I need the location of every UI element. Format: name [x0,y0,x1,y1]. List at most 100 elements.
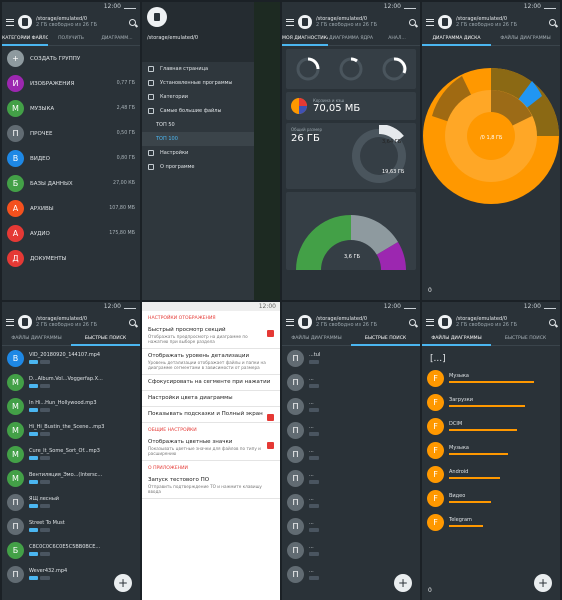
drawer-item-icon [148,164,154,170]
category-row[interactable]: Б БАЗЫ ДАННЫХ 27,00 КБ [2,171,140,196]
drawer-item[interactable]: О программе [142,160,254,174]
folders-card[interactable]: 3,6 ГБ [286,192,416,270]
orange-folder-row[interactable]: F Видео [422,486,560,510]
tab-diagram[interactable]: ДИАГРАММ... [94,33,140,46]
settings-colored-icons[interactable]: Отображать цветные значки Показывать цвет… [142,435,280,461]
orange-folder-row[interactable]: F Android [422,462,560,486]
checkbox-icon[interactable] [267,442,274,449]
folder-row[interactable]: П... [282,514,420,538]
date-chip [39,360,51,364]
file-row[interactable]: М Вентиляция_Эмо...(Intersc... [2,466,140,490]
status-time: 12:00 [523,3,541,10]
folder-row[interactable]: П... [282,370,420,394]
search-icon[interactable] [549,18,556,26]
orange-folder-row[interactable]: F Telegram [422,510,560,534]
category-avatar: А [7,200,24,217]
file-row[interactable]: П ЯЩ лесный [2,490,140,514]
menu-icon[interactable] [6,18,14,26]
folder-row[interactable]: П... [282,490,420,514]
settings-option[interactable]: Быстрый просмотр секций Отображать предпр… [142,323,280,349]
tab-my-diag[interactable]: МОЯ ДИАГНОСТИКА [282,33,328,46]
tab-diagram-files[interactable]: ФАЙЛЫ ДИАГРАММЫ [282,333,351,346]
back-folder[interactable]: [...] [422,346,560,366]
category-avatar: М [7,100,24,117]
status-bar: 12:00 [422,2,560,11]
panel-files: 12:00 /storage/emulated/0 2 ГБ свободно и… [2,302,140,600]
drawer-item[interactable]: Самые большие файлы [142,104,254,118]
menu-icon[interactable] [426,18,434,26]
settings-option[interactable]: Отображать уровень детализации Уровень де… [142,349,280,375]
folder-row[interactable]: П ...tul [282,346,420,370]
tab-quick-search[interactable]: БЫСТРЫЕ ПОИСК [351,333,420,346]
category-row[interactable]: П ПРОЧЕЕ 0,50 ГБ [2,121,140,146]
tab-diagram-files[interactable]: ФАЙЛЫ ДИАГРАММЫ [491,33,560,46]
orange-folder-row[interactable]: F Музыка [422,366,560,390]
menu-icon[interactable] [286,318,294,326]
drawer-item[interactable]: Главная страница [142,62,254,76]
settings-option[interactable]: Настройки цвета диаграммы [142,391,280,407]
size-chip [309,552,319,556]
file-row[interactable]: Б C8C0C0C6C0E5C5BB0BCE... [2,538,140,562]
tab-core[interactable]: ДИАГРАММА ЯДРА [328,33,374,46]
menu-icon[interactable] [6,318,14,326]
folder-text: DCIM [449,421,555,431]
tab-diagram-files[interactable]: ФАЙЛЫ ДИАГРАММЫ [2,333,71,346]
storage-card[interactable]: Общий размер 26 ГБ 19,63 ГБ 3,64 ГБ [286,123,416,189]
drawer-item[interactable]: ТОП 50 [142,118,254,132]
usage-bar [449,453,509,455]
file-row[interactable]: М In Hi...Hun_Hollywood.mp3 [2,394,140,418]
menu-icon[interactable] [286,18,294,26]
tab-quick-search[interactable]: БЫСТРЫЕ ПОИСК [71,333,140,346]
orange-folder-row[interactable]: F Музыка [422,438,560,462]
drawer-item[interactable]: Категории [142,90,254,104]
tab-anal[interactable]: АНАЛ... [374,33,420,46]
file-row[interactable]: М Cure_It_Some_Sort_Of...mp3 [2,442,140,466]
tab-disk-diagram[interactable]: ДИАГРАММА ДИСКА [422,33,491,46]
menu-icon[interactable] [426,318,434,326]
folder-row[interactable]: П... [282,466,420,490]
drawer-item[interactable]: Настройки [142,146,254,160]
settings-test-run[interactable]: Запуск тестового ПО Отправить подтвержден… [142,473,280,499]
orange-folder-row[interactable]: F DCIM [422,414,560,438]
tab-quick-search[interactable]: БЫСТРЫЕ ПОИСК [491,333,560,346]
trash-card[interactable]: Корзина и кэш 70,05 МБ [286,92,416,120]
add-fab-button[interactable]: + [114,574,132,592]
tab-get[interactable]: ПОЛУЧИТЬ [48,33,94,46]
folder-row[interactable]: П... [282,442,420,466]
search-icon[interactable] [409,18,416,26]
checkbox-icon[interactable] [267,330,274,337]
file-row[interactable]: М Hi_Hi_Bustin_the_Scene...mp3 [2,418,140,442]
drawer-item[interactable]: ТОП 100 [142,132,254,146]
checkbox-icon[interactable] [267,414,274,421]
add-fab-button[interactable]: + [394,574,412,592]
settings-option[interactable]: Сфокусировать на сегменте при нажатии [142,375,280,391]
file-row[interactable]: В VID_20180920_144107.mp4 [2,346,140,370]
drawer-item[interactable]: Установленные программы [142,76,254,90]
folder-row[interactable]: П... [282,394,420,418]
orange-folder-row[interactable]: F Загрузки [422,390,560,414]
category-row[interactable]: Д ДОКУМЕНТЫ [2,246,140,271]
category-label: СОЗДАТЬ ГРУППУ [30,55,81,62]
category-row[interactable]: + СОЗДАТЬ ГРУППУ [2,46,140,71]
status-time: 12:00 [103,303,121,310]
size-chip [309,360,319,364]
search-icon[interactable] [549,318,556,326]
category-row[interactable]: А АРХИВЫ 107,80 МБ [2,196,140,221]
category-row[interactable]: В ВИДЕО 0,80 ГБ [2,146,140,171]
tab-file-categories[interactable]: КАТЕГОРИИ ФАЙЛОВ [2,33,48,46]
file-row[interactable]: П Street To Must [2,514,140,538]
setting-title: Отображать уровень детализации [148,353,250,359]
file-row[interactable]: М D...Album.Vol...Voggerfap.Х... [2,370,140,394]
search-icon[interactable] [129,318,136,326]
category-row[interactable]: М МУЗЫКА 2,48 ГБ [2,96,140,121]
add-fab-button[interactable]: + [534,574,552,592]
file-meta [29,360,135,364]
search-icon[interactable] [409,318,416,326]
tab-diagram-files[interactable]: ФАЙЛЫ ДИАГРАММЫ [422,333,491,346]
settings-option[interactable]: Показывать подсказки и Полный экран [142,407,280,423]
search-icon[interactable] [129,18,136,26]
category-row[interactable]: И ИЗОБРАЖЕНИЯ 0,77 ГБ [2,71,140,96]
folder-row[interactable]: П... [282,418,420,442]
folder-row[interactable]: П... [282,538,420,562]
category-row[interactable]: А АУДИО 175,80 МБ [2,221,140,246]
